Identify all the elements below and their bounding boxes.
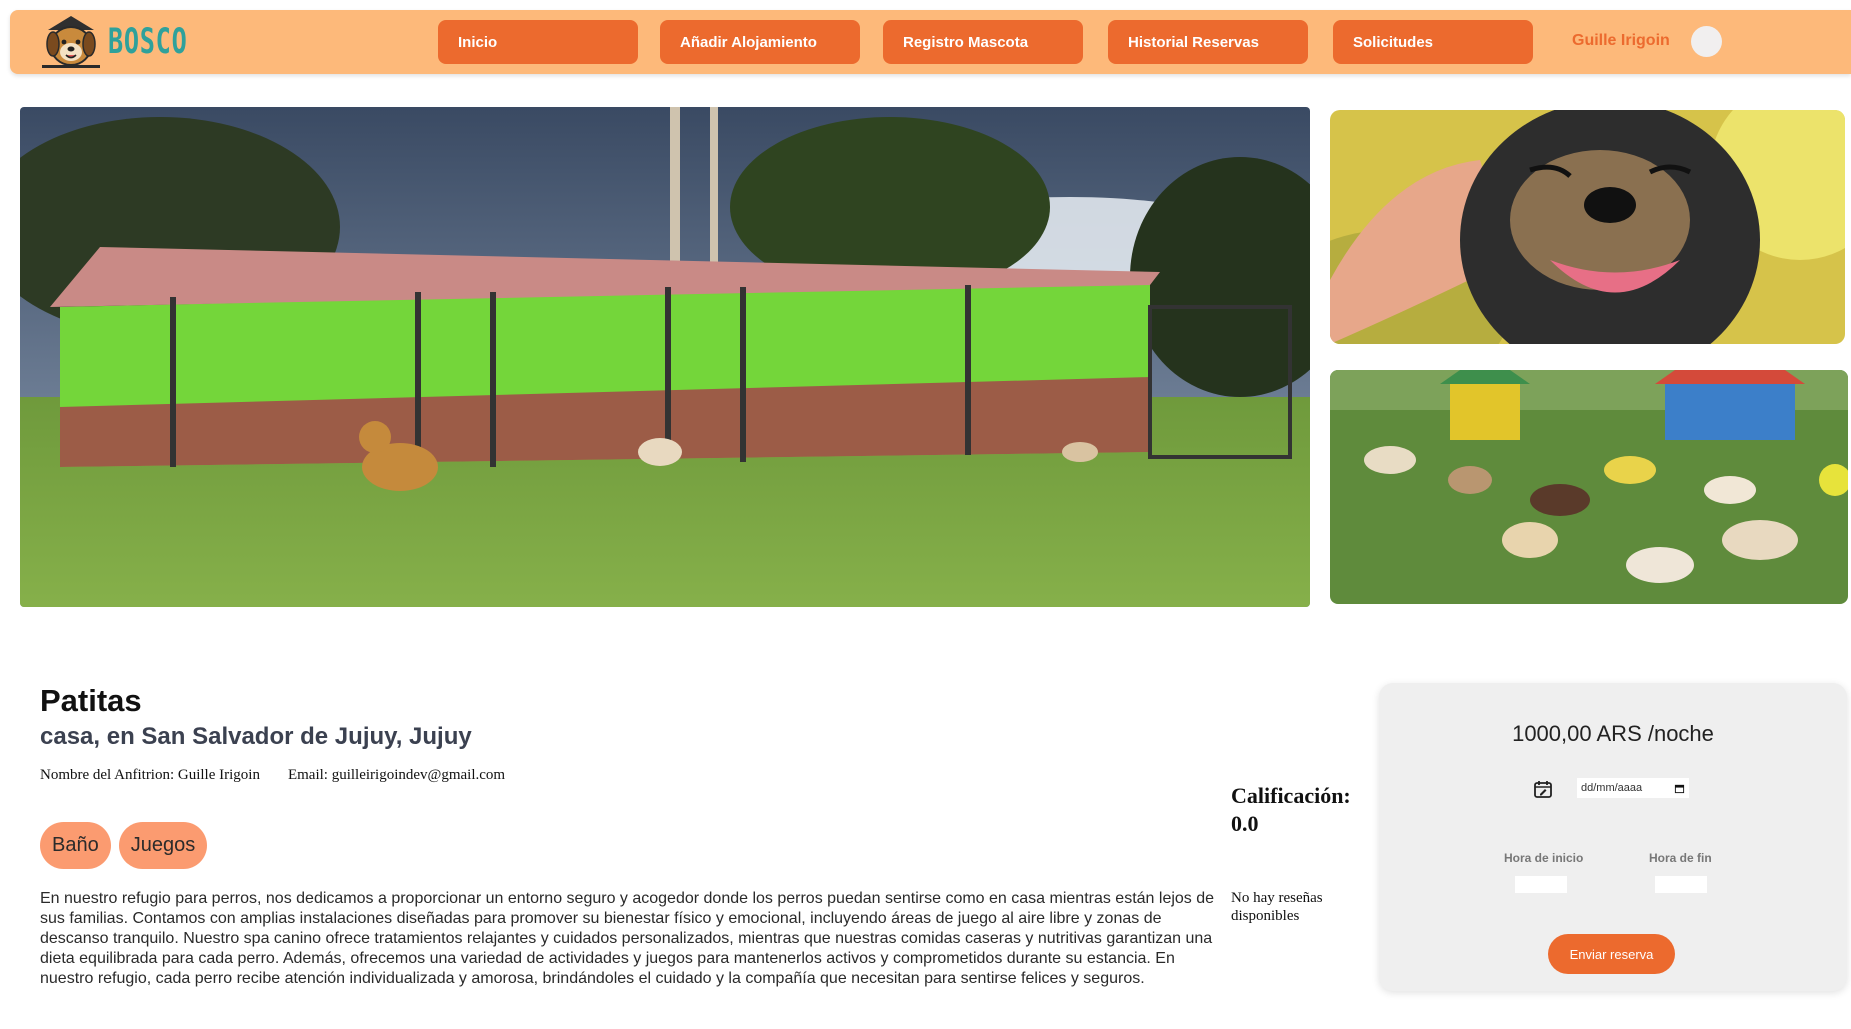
- start-time-label: Hora de inicio: [1504, 851, 1584, 865]
- nav-inicio-button[interactable]: Inicio: [438, 20, 638, 64]
- nightly-price: 1000,00 ARS /noche: [1512, 721, 1714, 746]
- booking-date-input[interactable]: dd/mm/aaaa: [1577, 778, 1689, 798]
- listing-subtitle: casa, en San Salvador de Jujuy, Jujuy: [40, 723, 472, 750]
- dog-kennel-photo-icon: [20, 107, 1310, 607]
- reviews-empty-text: No hay reseñas disponibles: [1231, 890, 1323, 924]
- amenity-tags: Baño Juegos: [40, 822, 208, 869]
- tag-bano[interactable]: Baño: [40, 822, 111, 869]
- brand-name: BOSCO: [108, 22, 188, 62]
- user-avatar[interactable]: [1691, 26, 1722, 57]
- rating-value: 0.0: [1231, 811, 1259, 836]
- tag-juegos[interactable]: Juegos: [118, 822, 208, 869]
- date-input-placeholder: dd/mm/aaaa: [1581, 782, 1643, 794]
- booking-card: 1000,00 ARS /noche dd/mm/aaaa Hora de in…: [1379, 683, 1847, 991]
- listing-description: En nuestro refugio para perros, nos dedi…: [40, 890, 1215, 987]
- rating-label: Calificación:: [1231, 783, 1351, 808]
- happy-dog-photo[interactable]: [1330, 110, 1845, 344]
- nav-requests-button[interactable]: Solicitudes: [1333, 20, 1533, 64]
- host-info: Nombre del Anfitrion: Guille Irigoin Ema…: [40, 767, 505, 784]
- nav-pet-registration-button[interactable]: Registro Mascota: [883, 20, 1083, 64]
- main-kennel-photo[interactable]: [20, 107, 1310, 607]
- dogs-playing-photo[interactable]: [1330, 370, 1848, 604]
- submit-booking-button[interactable]: Enviar reserva: [1548, 934, 1675, 974]
- calendar-edit-icon[interactable]: [1533, 779, 1553, 799]
- dog-head-logo-icon: [42, 16, 100, 68]
- brand-logo[interactable]: BOSCO: [36, 14, 218, 70]
- calendar-picker-icon[interactable]: [1674, 783, 1685, 794]
- happy-dog-photo-icon: [1330, 110, 1845, 344]
- top-navbar: BOSCO Inicio Añadir Alojamiento Registro…: [10, 10, 1851, 74]
- start-time-input[interactable]: [1515, 876, 1567, 893]
- nav-booking-history-button[interactable]: Historial Reservas: [1108, 20, 1308, 64]
- listing-title: Patitas: [40, 683, 142, 718]
- user-name-link[interactable]: Guille Irigoin: [1572, 32, 1670, 50]
- rating-block: Calificación: 0.0: [1231, 782, 1381, 838]
- host-email: Email: guilleirigoindev@gmail.com: [287, 767, 506, 783]
- end-time-input[interactable]: [1655, 876, 1707, 893]
- host-name: Nombre del Anfitrion: Guille Irigoin: [40, 767, 260, 783]
- dogs-playing-photo-icon: [1330, 370, 1848, 604]
- end-time-label: Hora de fin: [1649, 851, 1712, 865]
- nav-add-lodging-button[interactable]: Añadir Alojamiento: [660, 20, 860, 64]
